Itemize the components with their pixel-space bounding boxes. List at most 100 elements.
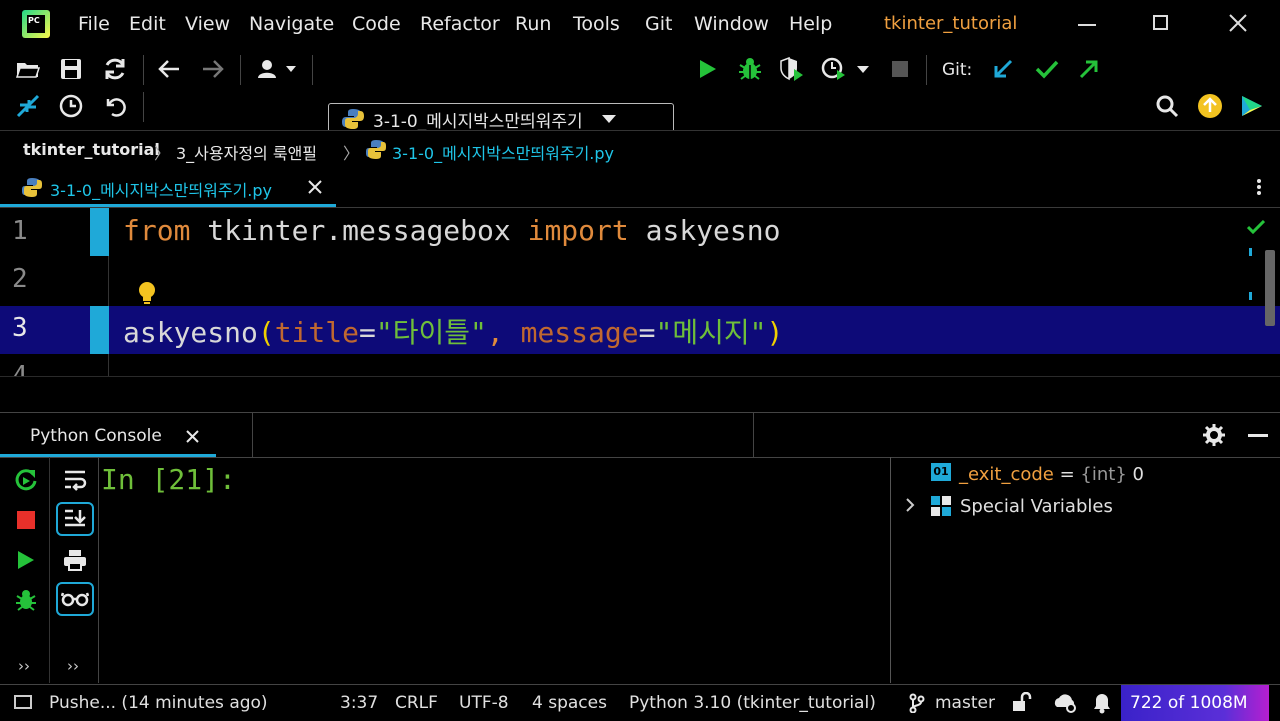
editor-scrollbar-thumb[interactable] <box>1265 250 1275 326</box>
console-toolbar: ›› ›› <box>0 457 99 683</box>
gear-icon[interactable] <box>1203 424 1225 446</box>
open-folder-icon[interactable] <box>14 55 42 83</box>
git-update-icon[interactable] <box>989 55 1017 83</box>
show-variables-glasses-icon[interactable] <box>56 582 94 616</box>
window-title: tkinter_tutorial <box>884 13 1018 34</box>
menu-code[interactable]: Code <box>352 13 401 35</box>
menu-edit[interactable]: Edit <box>129 13 166 35</box>
special-variables-label[interactable]: Special Variables <box>960 496 1113 517</box>
close-window-button[interactable] <box>1229 14 1247 32</box>
memory-indicator[interactable]: 722 of 1008M <box>1121 685 1269 721</box>
string-literal: "타이틀" <box>375 316 487 349</box>
rerun-icon[interactable] <box>9 463 43 497</box>
console-prompt: In [21]: <box>101 463 236 496</box>
history-clock-icon[interactable] <box>57 92 85 120</box>
status-interpreter[interactable]: Python 3.10 (tkinter_tutorial) <box>629 693 876 713</box>
hide-panel-icon[interactable] <box>1248 434 1268 437</box>
soft-wrap-icon[interactable] <box>58 463 92 497</box>
status-indent[interactable]: 4 spaces <box>532 693 607 713</box>
keyword: import <box>527 214 629 247</box>
menu-run[interactable]: Run <box>515 13 551 35</box>
breadcrumb-folder[interactable]: 3_사용자정의 룩앤필 <box>176 140 317 164</box>
menu-view[interactable]: View <box>185 13 230 35</box>
breadcrumb-project[interactable]: tkinter_tutorial <box>23 140 160 159</box>
status-git-branch[interactable]: master <box>935 693 995 713</box>
code-editor[interactable]: 1 2 3 4 from tkinter.messagebox import a… <box>0 208 1280 376</box>
expand-more-icon[interactable]: ›› <box>18 657 30 675</box>
stop-icon[interactable] <box>886 55 914 83</box>
python-console-tab-label: Python Console <box>30 426 162 446</box>
python-file-icon <box>366 140 386 159</box>
title-bar: PC File Edit View Navigate Code Refactor… <box>0 0 1280 50</box>
run-icon[interactable] <box>694 55 722 83</box>
sync-icon[interactable] <box>101 55 129 83</box>
status-caret-position[interactable]: 3:37 <box>340 693 378 713</box>
minimize-button[interactable] <box>1078 24 1096 26</box>
user-dropdown-icon[interactable] <box>254 55 300 83</box>
vcs-change-marker[interactable] <box>90 208 109 256</box>
toolbar-separator <box>143 92 144 122</box>
debug-bug-icon[interactable] <box>736 55 764 83</box>
operator: = <box>359 316 376 349</box>
print-icon[interactable] <box>58 543 92 577</box>
main-toolbar: 3-1-0_메시지박스만띄워주기 Git: <box>0 50 1280 135</box>
menu-tools[interactable]: Tools <box>573 13 620 35</box>
breadcrumb-file[interactable]: 3-1-0_메시지박스만띄워주기.py <box>392 140 614 164</box>
console-output[interactable]: In [21]: <box>99 457 890 683</box>
rollback-icon[interactable] <box>101 92 129 120</box>
menu-help[interactable]: Help <box>789 13 832 35</box>
close-tab-icon[interactable] <box>308 180 322 194</box>
stop-console-icon[interactable] <box>9 503 43 537</box>
cloud-settings-icon[interactable] <box>1052 692 1078 714</box>
tool-windows-toggle-icon[interactable] <box>14 695 32 709</box>
python-console-tab[interactable]: Python Console <box>0 413 216 457</box>
editor-tab[interactable]: 3-1-0_메시지박스만띄워주기.py <box>0 167 336 207</box>
intention-bulb-icon[interactable] <box>136 280 158 306</box>
git-push-icon[interactable] <box>1075 55 1103 83</box>
menu-refactor[interactable]: Refactor <box>420 13 500 35</box>
variable-row-exit-code[interactable]: _exit_code = {int} 0 <box>959 464 1144 485</box>
merge-arrows-icon[interactable] <box>14 92 42 120</box>
status-encoding[interactable]: UTF-8 <box>459 693 509 713</box>
debug-bug-icon[interactable] <box>9 583 43 617</box>
chevron-right-icon[interactable] <box>905 498 915 512</box>
status-line-separator[interactable]: CRLF <box>395 693 438 713</box>
expand-more-icon[interactable]: ›› <box>67 657 79 675</box>
jetbrains-toolbox-icon[interactable] <box>1238 92 1266 120</box>
code-line-1: from tkinter.messagebox import askyesno <box>123 214 780 247</box>
forward-arrow-icon[interactable] <box>199 55 227 83</box>
inspection-ok-check-icon[interactable] <box>1247 220 1265 234</box>
chevron-down-icon <box>601 115 616 123</box>
run-icon[interactable] <box>9 543 43 577</box>
save-icon[interactable] <box>57 55 85 83</box>
close-tab-icon[interactable] <box>186 430 199 443</box>
operator: = <box>638 316 656 349</box>
vcs-change-marker[interactable] <box>90 306 109 354</box>
unlock-icon[interactable] <box>1012 692 1032 712</box>
menu-navigate[interactable]: Navigate <box>249 13 334 35</box>
maximize-button[interactable] <box>1153 15 1168 30</box>
menu-git[interactable]: Git <box>645 13 672 35</box>
git-commit-check-icon[interactable] <box>1033 55 1061 83</box>
status-push[interactable]: Pushe... (14 minutes ago) <box>49 693 268 713</box>
profile-dropdown-icon[interactable] <box>820 55 872 83</box>
search-icon[interactable] <box>1153 92 1181 120</box>
code-line-3: askyesno(title="타이틀", message="메시지") <box>123 311 783 351</box>
chevron-right-icon: 〉 <box>154 144 171 163</box>
editor-tab-label: 3-1-0_메시지박스만띄워주기.py <box>50 181 272 200</box>
more-options-icon[interactable] <box>1252 177 1266 199</box>
git-label: Git: <box>942 60 973 80</box>
variable-value: 0 <box>1126 464 1144 485</box>
back-arrow-icon[interactable] <box>155 55 183 83</box>
string-literal: "메시지" <box>655 316 767 349</box>
ide-update-icon[interactable] <box>1196 92 1224 120</box>
menu-window[interactable]: Window <box>694 13 769 35</box>
imported-name: askyesno <box>628 214 781 247</box>
paren: ( <box>257 316 275 349</box>
coverage-icon[interactable] <box>778 55 806 83</box>
scroll-to-end-icon[interactable] <box>56 502 94 536</box>
param-name: title <box>274 316 360 349</box>
menu-file[interactable]: File <box>78 13 110 35</box>
pycharm-logo-icon[interactable]: PC <box>22 10 50 38</box>
notifications-bell-icon[interactable] <box>1092 692 1112 714</box>
